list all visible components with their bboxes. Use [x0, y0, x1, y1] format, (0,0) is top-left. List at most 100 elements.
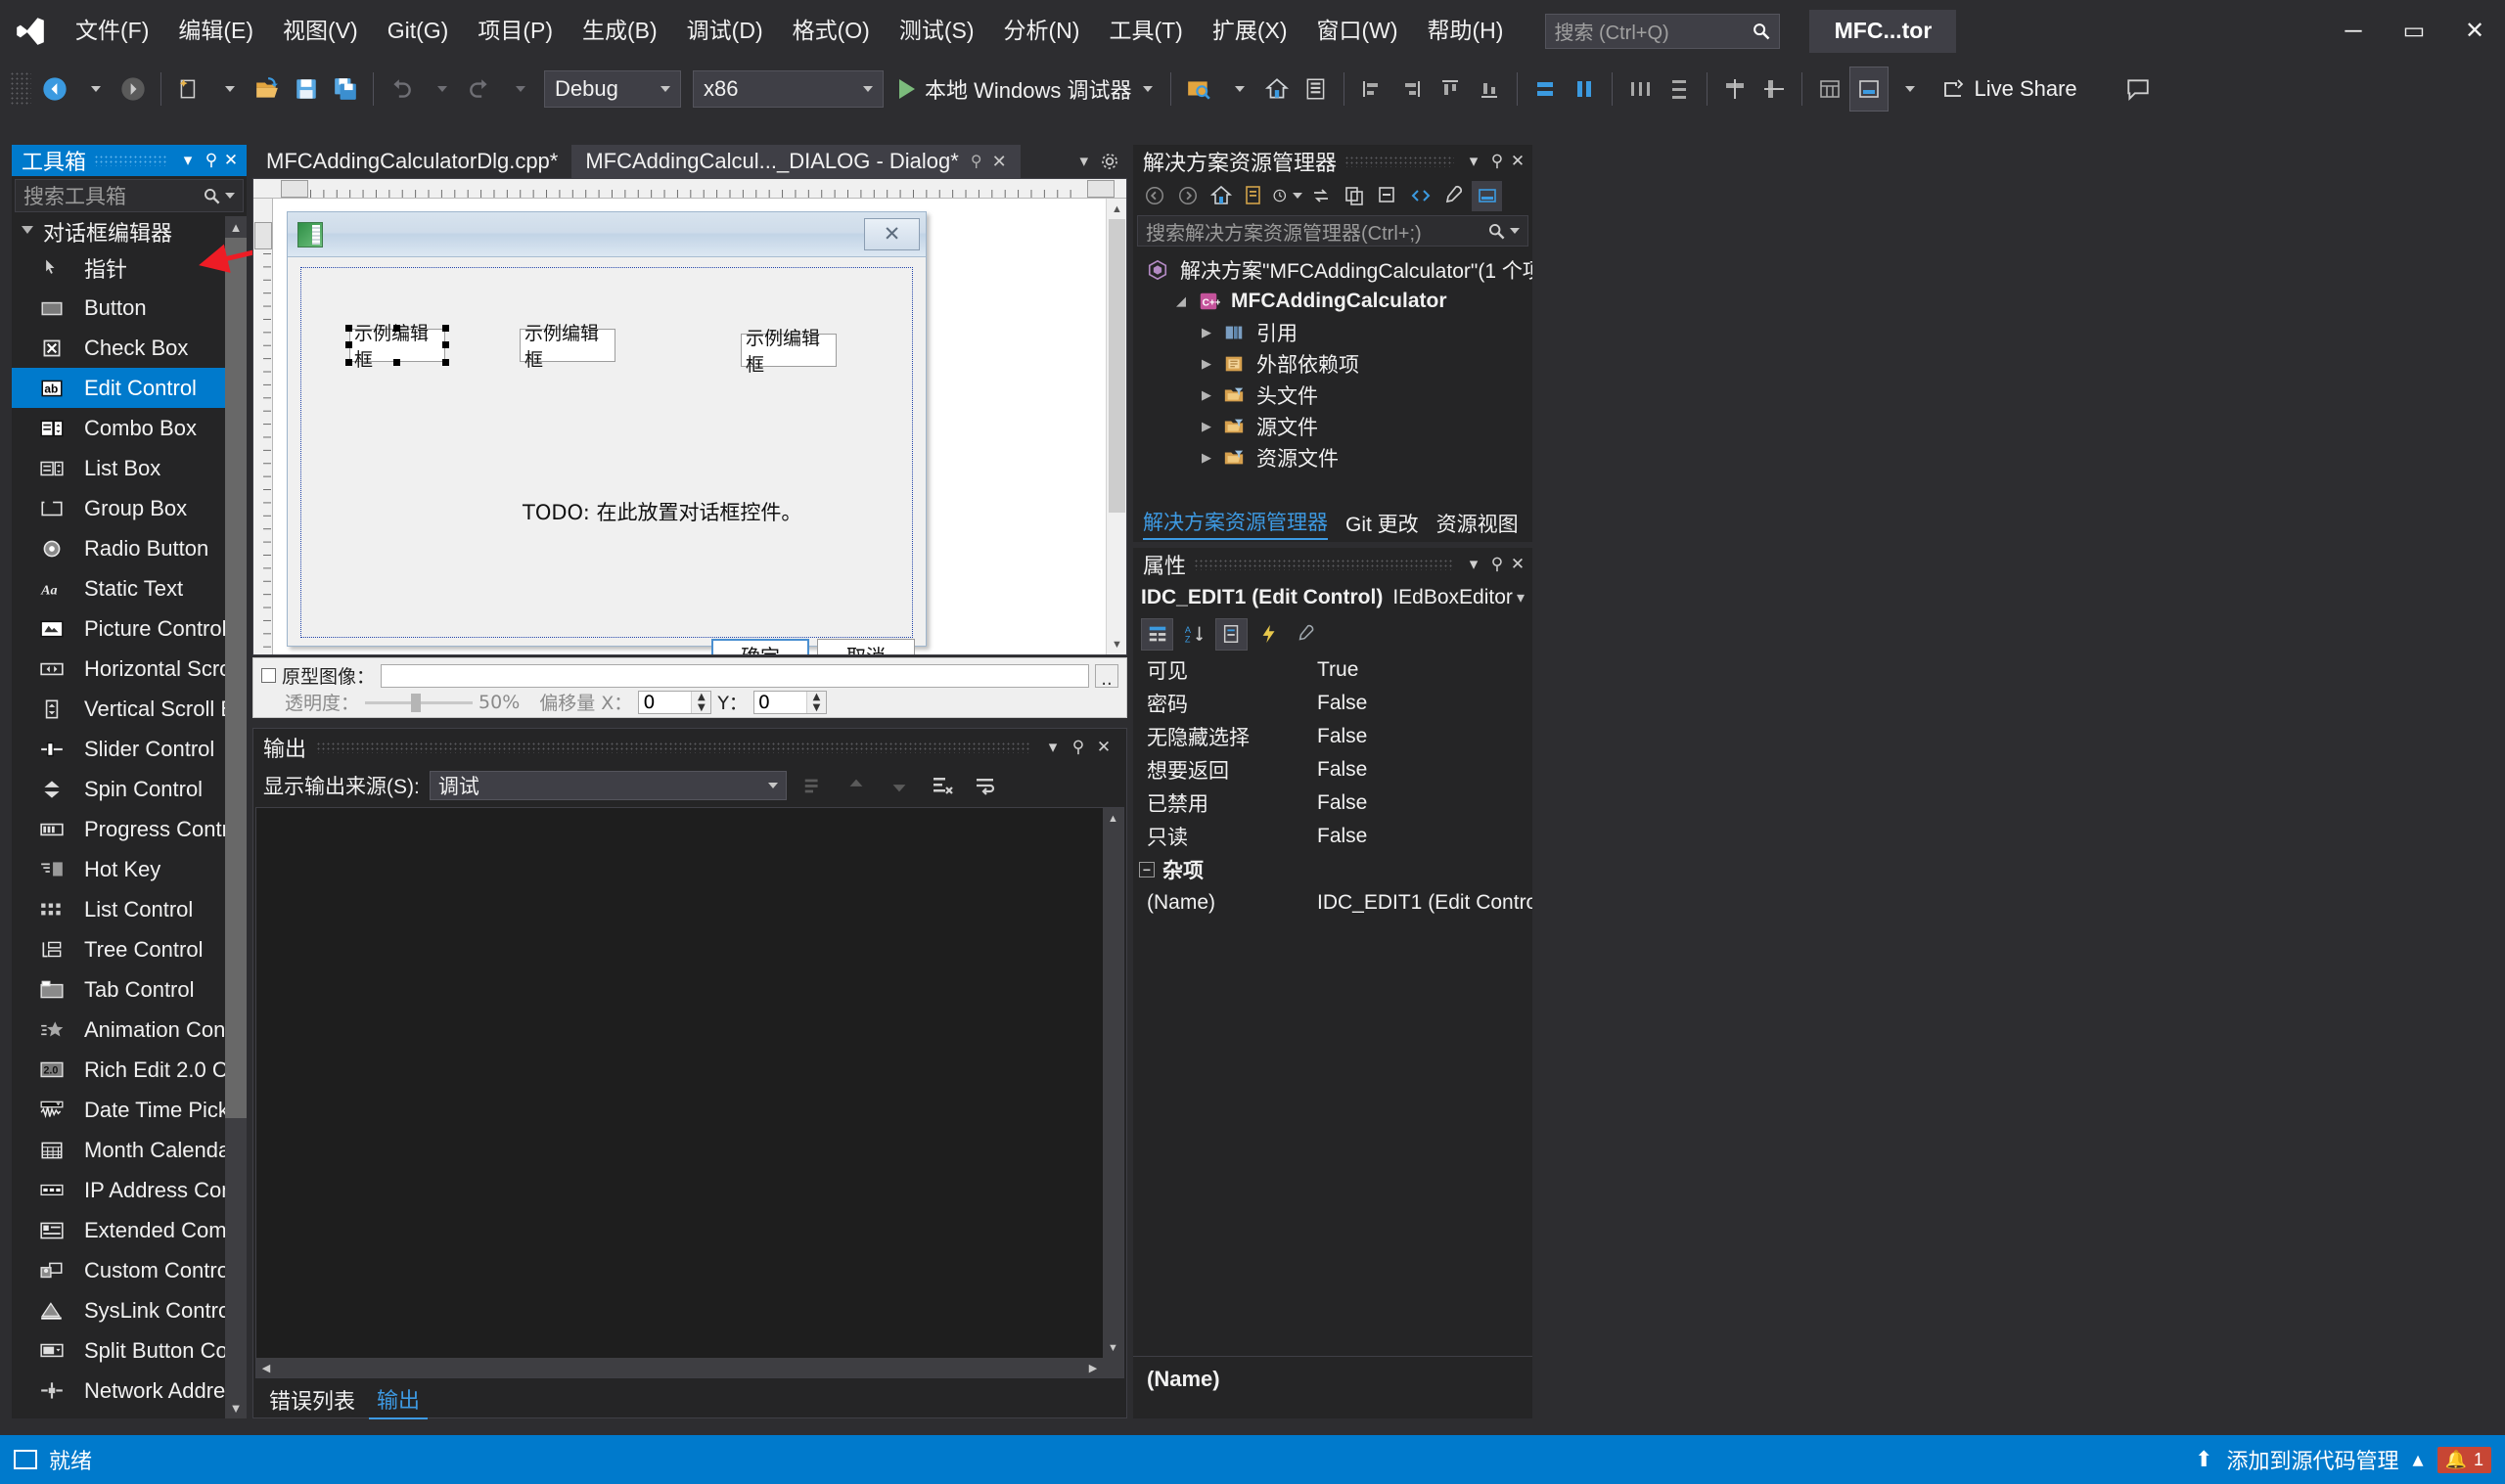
tab-output[interactable]: 输出 — [369, 1380, 429, 1419]
menu-window[interactable]: 窗口(W) — [1301, 0, 1412, 62]
property-row[interactable]: 无隐藏选择 False — [1133, 720, 1532, 753]
menu-file[interactable]: 文件(F) — [61, 0, 163, 62]
toggle-word-wrap-button[interactable] — [969, 770, 1002, 801]
resize-handle-se[interactable] — [442, 359, 449, 366]
toolbox-scrollbar[interactable]: ▲ ▼ — [225, 216, 247, 1418]
toolbox-item-extended-combo-box[interactable]: Extended Combo Box — [12, 1210, 247, 1250]
toolbox-item-slider-control[interactable]: Slider Control — [12, 729, 247, 769]
designer-vertical-scrollbar[interactable]: ▲ ▼ — [1106, 199, 1126, 654]
scroll-left-icon[interactable]: ◀ — [256, 1358, 276, 1377]
solution-explorer-dropdown-button[interactable]: ▾ — [1462, 147, 1485, 176]
se-history-button[interactable] — [1272, 181, 1302, 211]
offset-y-spin-arrows[interactable]: ▲ ▼ — [805, 691, 826, 713]
slider-thumb[interactable] — [411, 693, 422, 712]
maximize-button[interactable]: ▭ — [2384, 0, 2444, 62]
output-vertical-scrollbar[interactable]: ▲ ▼ — [1103, 808, 1123, 1377]
navigate-back-dropdown[interactable] — [74, 67, 114, 112]
solution-tree-item[interactable]: ▶ 头文件 — [1133, 380, 1532, 411]
se-preview-selected-button[interactable] — [1472, 180, 1502, 211]
properties-pages-button[interactable] — [1290, 618, 1322, 651]
properties-alphabetical-button[interactable]: A Z — [1178, 618, 1210, 651]
toolbox-item-radio-button[interactable]: Radio Button — [12, 528, 247, 568]
toolbox-item-month-calendar-con[interactable]: Month Calendar Con... — [12, 1130, 247, 1170]
resize-handle-e[interactable] — [442, 341, 449, 348]
solution-tree-item[interactable]: ▶ 资源文件 — [1133, 442, 1532, 473]
properties-close-icon[interactable]: ✕ — [1509, 550, 1532, 579]
resize-handle-n[interactable] — [393, 325, 400, 332]
toolbox-item-ip-address-control[interactable]: IP Address Control — [12, 1170, 247, 1210]
mfc-dialog-close-button[interactable]: ✕ — [864, 218, 920, 250]
tab-order-dropdown[interactable] — [1889, 67, 1928, 112]
tab-error-list[interactable]: 错误列表 — [261, 1381, 363, 1418]
clear-output-button[interactable] — [926, 770, 959, 801]
resize-handle-sw[interactable] — [345, 359, 352, 366]
toolbox-item-split-button-control[interactable]: Split Button Control — [12, 1330, 247, 1371]
expander-icon[interactable]: ▶ — [1194, 356, 1219, 372]
se-back-button[interactable] — [1139, 181, 1169, 211]
new-file-dropdown[interactable] — [208, 67, 248, 112]
offset-x-spin-arrows[interactable]: ▲ ▼ — [691, 691, 711, 713]
menu-debug[interactable]: 调试(D) — [672, 0, 778, 62]
send-feedback-button[interactable] — [2118, 67, 2158, 112]
output-horizontal-scrollbar[interactable]: ◀ ▶ — [256, 1358, 1103, 1377]
add-to-source-control-label[interactable]: 添加到源代码管理 — [2227, 1444, 2399, 1475]
live-share-button[interactable]: Live Share — [1928, 67, 2090, 112]
mfc-dialog-preview[interactable]: ✕ 示例编辑框 示例编辑框 示例编辑框 TODO: 在此放置对话框控件。 — [287, 211, 927, 654]
scroll-down-icon[interactable]: ▼ — [1107, 634, 1126, 654]
toolbox-drag-dots[interactable] — [94, 155, 168, 166]
toolbox-item-horizontal-scroll-bar[interactable]: Horizontal Scroll Bar — [12, 649, 247, 689]
tab-solution-explorer[interactable]: 解决方案资源管理器 — [1143, 507, 1328, 540]
gear-icon[interactable] — [1100, 152, 1119, 171]
pin-icon[interactable]: ⚲ — [971, 152, 982, 171]
properties-object-selector[interactable]: IDC_EDIT1 (Edit Control) IEdBoxEditor ▾ — [1133, 581, 1532, 614]
solution-tree-item[interactable]: ▶ 引用 — [1133, 317, 1532, 348]
toolbox-toggle-button[interactable] — [1297, 67, 1336, 112]
solution-explorer-close-icon[interactable]: ✕ — [1509, 147, 1532, 176]
output-source-select[interactable]: 调试 — [429, 771, 787, 800]
toolbox-item-animation-control[interactable]: Animation Control — [12, 1010, 247, 1050]
menu-build[interactable]: 生成(B) — [568, 0, 672, 62]
toolbox-item-picture-control[interactable]: Picture Control — [12, 608, 247, 649]
toolbox-item-syslink-control[interactable]: SysLink Control — [12, 1290, 247, 1330]
scrollbar-thumb[interactable] — [225, 238, 247, 1118]
dialog-canvas[interactable]: ✕ 示例编辑框 示例编辑框 示例编辑框 TODO: 在此放置对话框控件。 — [274, 200, 1126, 654]
solution-explorer-search-input[interactable]: 搜索解决方案资源管理器(Ctrl+;) — [1137, 215, 1528, 247]
property-row[interactable]: 已禁用 False — [1133, 787, 1532, 820]
se-properties-button[interactable] — [1438, 181, 1469, 211]
se-collapse-all-button[interactable] — [1372, 181, 1402, 211]
solution-platform-select[interactable]: x86 — [693, 70, 884, 108]
chevron-up-icon[interactable]: ▴ — [2413, 1447, 2424, 1472]
menu-test[interactable]: 测试(S) — [885, 0, 989, 62]
property-value[interactable]: False — [1307, 791, 1532, 815]
se-refresh-button[interactable] — [1339, 181, 1369, 211]
toolbox-dropdown-button[interactable]: ▾ — [176, 146, 200, 175]
menu-git[interactable]: Git(G) — [373, 0, 464, 62]
menu-tools[interactable]: 工具(T) — [1094, 0, 1197, 62]
toolbox-pin-icon[interactable]: ⚲ — [200, 146, 223, 175]
se-home-button[interactable] — [1206, 181, 1236, 211]
menu-help[interactable]: 帮助(H) — [1413, 0, 1519, 62]
toolbox-item-network-address-co[interactable]: Network Address Co... — [12, 1371, 247, 1411]
toolbox-item-static-text[interactable]: Aa Static Text — [12, 568, 247, 608]
home-button[interactable] — [1257, 67, 1297, 112]
menu-analyze[interactable]: 分析(N) — [989, 0, 1095, 62]
solution-tree-item[interactable]: ▶ 外部依赖项 — [1133, 348, 1532, 380]
property-value[interactable]: False — [1307, 825, 1532, 848]
offset-y-stepper[interactable]: 0 ▲ ▼ — [752, 690, 827, 714]
property-row[interactable]: 密码 False — [1133, 687, 1532, 720]
scroll-up-icon[interactable]: ▲ — [1107, 199, 1126, 219]
go-to-next-button[interactable] — [883, 770, 916, 801]
spin-up-icon[interactable]: ▲ — [813, 692, 821, 701]
property-row[interactable]: (Name) IDC_EDIT1 (Edit Control) — [1133, 886, 1532, 920]
close-icon[interactable]: ✕ — [992, 152, 1007, 172]
space-horizontally-button[interactable] — [1620, 67, 1660, 112]
toolbox-item-rich-edit-2-0-control[interactable]: 2.0 Rich Edit 2.0 Control — [12, 1050, 247, 1090]
chevron-down-icon[interactable] — [1510, 228, 1520, 234]
expander-icon[interactable]: ▶ — [1194, 450, 1219, 466]
toolbox-close-icon[interactable]: ✕ — [223, 146, 247, 175]
chevron-down-icon[interactable]: ▾ — [1517, 588, 1525, 607]
align-bottom-button[interactable] — [1470, 67, 1509, 112]
mfc-ok-button[interactable]: 确定 — [711, 639, 809, 654]
output-drag-dots[interactable] — [316, 742, 1030, 753]
toolbox-item-group-box[interactable]: Group Box — [12, 488, 247, 528]
